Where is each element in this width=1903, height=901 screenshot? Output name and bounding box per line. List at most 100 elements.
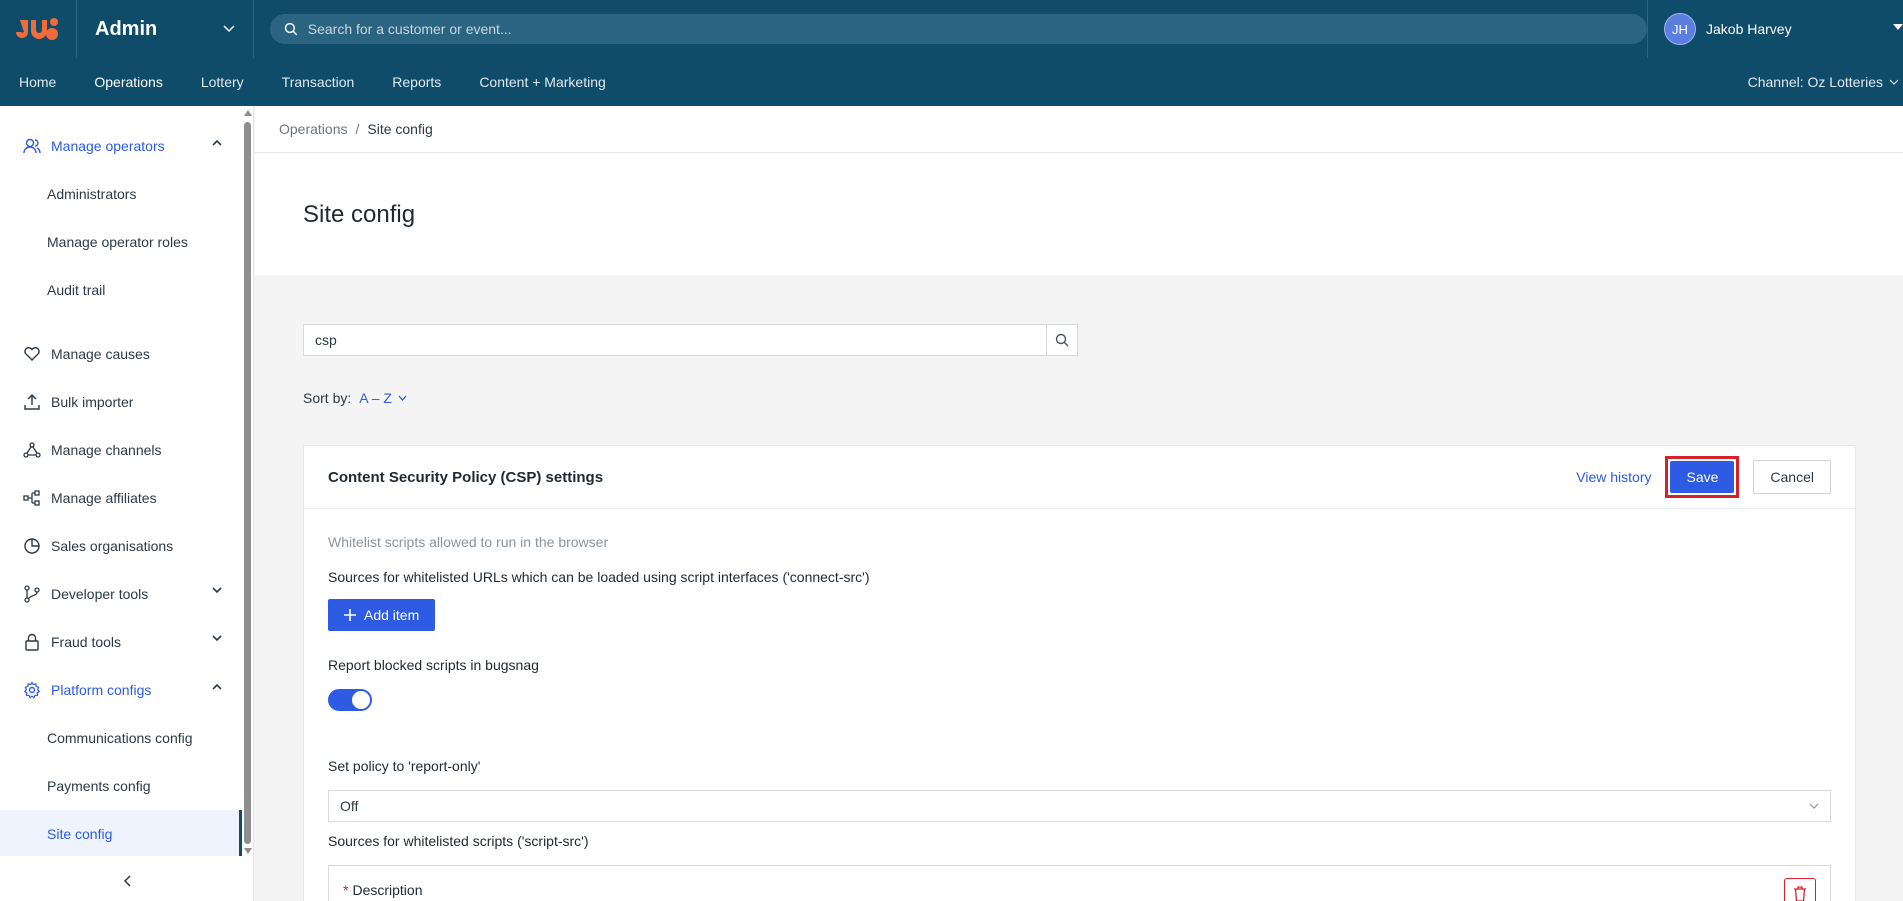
sidebar-item-label: Payments config bbox=[47, 778, 151, 794]
sidebar-item-payments-config[interactable]: Payments config bbox=[0, 762, 242, 810]
view-history-link[interactable]: View history bbox=[1576, 469, 1651, 485]
nav-reports[interactable]: Reports bbox=[373, 58, 460, 106]
sidebar-item-platform-configs[interactable]: Platform configs bbox=[0, 666, 242, 714]
scroll-thumb[interactable] bbox=[244, 122, 251, 844]
caret-down-icon bbox=[1893, 24, 1903, 30]
report-only-value: Off bbox=[340, 798, 359, 814]
chevron-down-icon bbox=[1889, 79, 1899, 85]
avatar: JH bbox=[1664, 13, 1696, 45]
upload-icon bbox=[24, 394, 40, 410]
chevron-left-icon bbox=[123, 875, 131, 887]
collapse-sidebar-button[interactable] bbox=[0, 861, 254, 901]
nav-home[interactable]: Home bbox=[0, 58, 75, 106]
global-search bbox=[270, 14, 1647, 44]
chevron-down-icon bbox=[223, 25, 235, 33]
sidebar-item-label: Manage operators bbox=[51, 138, 165, 154]
sidebar-item-bulk-importer[interactable]: Bulk importer bbox=[0, 378, 242, 426]
heart-icon bbox=[24, 347, 40, 361]
sort-control: Sort by: A – Z bbox=[303, 390, 407, 406]
pie-chart-icon bbox=[24, 538, 40, 554]
csp-settings-card: Content Security Policy (CSP) settings V… bbox=[303, 445, 1856, 901]
card-header: Content Security Policy (CSP) settings V… bbox=[304, 446, 1855, 509]
breadcrumb-separator: / bbox=[355, 121, 360, 137]
scroll-down-arrow-icon[interactable] bbox=[243, 846, 253, 856]
sidebar-item-developer-tools[interactable]: Developer tools bbox=[0, 570, 242, 618]
sidebar-item-site-config[interactable]: Site config bbox=[0, 810, 242, 856]
top-bar: Admin JH Jakob Harvey bbox=[0, 0, 1903, 58]
sidebar-item-label: Manage operator roles bbox=[47, 234, 188, 250]
branch-icon bbox=[24, 585, 40, 603]
card-title: Content Security Policy (CSP) settings bbox=[328, 468, 604, 486]
sidebar-item-label: Manage channels bbox=[51, 442, 162, 458]
sidebar-scrollbar[interactable] bbox=[242, 106, 254, 856]
gear-icon bbox=[23, 681, 41, 699]
app-title: Admin bbox=[95, 17, 158, 40]
nav-content-marketing[interactable]: Content + Marketing bbox=[460, 58, 624, 106]
page-header: Site config bbox=[255, 153, 1903, 275]
nav-transaction[interactable]: Transaction bbox=[263, 58, 374, 106]
report-only-select[interactable]: Off bbox=[328, 790, 1831, 822]
bugsnag-label: Report blocked scripts in bugsnag bbox=[328, 657, 539, 673]
chevron-down-icon bbox=[398, 395, 407, 401]
search-icon bbox=[1055, 333, 1069, 347]
page-title: Site config bbox=[303, 201, 416, 228]
sidebar-item-label: Audit trail bbox=[47, 282, 106, 298]
user-menu[interactable]: JH Jakob Harvey bbox=[1647, 0, 1903, 58]
script-src-label: Sources for whitelisted scripts ('script… bbox=[328, 833, 589, 849]
config-search bbox=[303, 324, 1078, 356]
sidebar-item-communications-config[interactable]: Communications config bbox=[0, 714, 242, 762]
add-item-button[interactable]: Add item bbox=[328, 599, 436, 631]
channel-label: Channel: Oz Lotteries bbox=[1747, 74, 1883, 90]
config-search-button[interactable] bbox=[1046, 324, 1078, 356]
app-switcher[interactable]: Admin bbox=[77, 0, 254, 58]
card-hint: Whitelist scripts allowed to run in the … bbox=[328, 534, 609, 550]
trash-icon bbox=[1794, 886, 1806, 901]
connect-src-label: Sources for whitelisted URLs which can b… bbox=[328, 569, 870, 585]
sidebar-item-label: Manage causes bbox=[51, 346, 150, 362]
search-icon bbox=[284, 22, 298, 36]
sidebar-item-manage-operator-roles[interactable]: Manage operator roles bbox=[0, 218, 242, 266]
report-only-label: Set policy to 'report-only' bbox=[328, 758, 481, 774]
sidebar-item-sales-organisations[interactable]: Sales organisations bbox=[0, 522, 242, 570]
sidebar-item-label: Site config bbox=[47, 826, 113, 842]
bugsnag-toggle[interactable] bbox=[328, 689, 372, 711]
sort-label: Sort by: bbox=[303, 390, 352, 406]
brand-logo[interactable] bbox=[0, 0, 77, 58]
config-search-input[interactable] bbox=[303, 324, 1046, 356]
channel-selector[interactable]: Channel: Oz Lotteries bbox=[1748, 74, 1903, 90]
main-nav: Home Operations Lottery Transaction Repo… bbox=[0, 58, 1903, 106]
breadcrumb: Operations / Site config bbox=[255, 106, 1903, 153]
chevron-up-icon bbox=[212, 139, 222, 146]
affiliate-icon bbox=[23, 490, 40, 506]
breadcrumb-current: Site config bbox=[367, 121, 433, 137]
cancel-button[interactable]: Cancel bbox=[1753, 460, 1831, 494]
sort-value: A – Z bbox=[359, 390, 392, 406]
sidebar-item-manage-channels[interactable]: Manage channels bbox=[0, 426, 242, 474]
global-search-input[interactable] bbox=[307, 21, 1647, 37]
sidebar-item-manage-causes[interactable]: Manage causes bbox=[0, 330, 242, 378]
breadcrumb-parent[interactable]: Operations bbox=[279, 121, 347, 137]
sidebar-item-manage-operators[interactable]: Manage operators bbox=[0, 122, 242, 170]
sidebar-item-label: Sales organisations bbox=[51, 538, 174, 554]
save-button[interactable]: Save bbox=[1670, 461, 1735, 493]
sidebar-item-administrators[interactable]: Administrators bbox=[0, 170, 242, 218]
chevron-down-icon bbox=[212, 635, 222, 642]
nav-lottery[interactable]: Lottery bbox=[182, 58, 263, 106]
sidebar-item-label: Communications config bbox=[47, 730, 193, 746]
chevron-up-icon bbox=[212, 683, 222, 690]
network-icon bbox=[23, 442, 41, 458]
script-src-item: * Description bbox=[328, 865, 1831, 901]
scroll-up-arrow-icon[interactable] bbox=[243, 108, 253, 118]
sidebar-item-manage-affiliates[interactable]: Manage affiliates bbox=[0, 474, 242, 522]
sidebar-item-audit-trail[interactable]: Audit trail bbox=[0, 266, 242, 314]
sidebar-item-label: Fraud tools bbox=[51, 634, 122, 650]
delete-button[interactable] bbox=[1784, 878, 1816, 901]
add-item-label: Add item bbox=[364, 607, 420, 623]
sidebar-item-fraud-tools[interactable]: Fraud tools bbox=[0, 618, 242, 666]
sidebar-item-label: Platform configs bbox=[51, 682, 152, 698]
nav-operations[interactable]: Operations bbox=[75, 58, 181, 106]
sort-dropdown[interactable]: A – Z bbox=[359, 390, 407, 406]
lock-icon bbox=[25, 633, 39, 651]
user-group-icon bbox=[23, 138, 41, 154]
chevron-down-icon bbox=[1809, 803, 1819, 809]
